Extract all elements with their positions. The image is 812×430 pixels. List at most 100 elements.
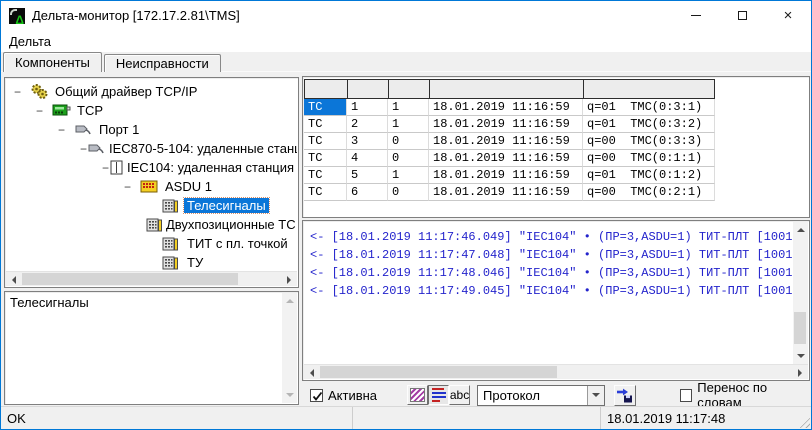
background-pattern-button[interactable] [407, 385, 428, 405]
tree-item[interactable]: Телесигналы [6, 196, 297, 215]
minimize-button[interactable] [673, 1, 719, 30]
tree-collapse-toggle[interactable]: − [102, 161, 109, 175]
scroll-thumb[interactable] [22, 273, 238, 285]
scroll-left-button[interactable] [304, 365, 319, 380]
scroll-thumb[interactable] [320, 366, 557, 378]
table-header-row [304, 79, 715, 99]
table-row[interactable]: TC4018.01.2019 11:16:59q=00 TMC(0:1:1) [304, 150, 715, 167]
tree-item[interactable]: −ASDU 1 [6, 177, 297, 196]
description-scrollbar[interactable] [282, 293, 297, 403]
table-header-cell[interactable] [304, 79, 347, 99]
table-cell[interactable]: 1 [388, 99, 429, 116]
tree-item[interactable]: −Общий драйвер TCP/IP [6, 82, 297, 101]
table-row[interactable]: TC6018.01.2019 11:16:59q=00 TMC(0:2:1) [304, 184, 715, 201]
tree-item[interactable]: −TCP [6, 101, 297, 120]
tree-item[interactable]: ТИТ с пл. точкой [6, 234, 297, 253]
dropdown-button[interactable] [587, 386, 604, 405]
scroll-right-button[interactable] [282, 272, 297, 287]
table-header-cell[interactable] [429, 79, 583, 99]
table-cell[interactable]: 18.01.2019 11:16:59 [429, 184, 583, 201]
table-header-cell[interactable] [347, 79, 388, 99]
table-cell[interactable]: 0 [388, 133, 429, 150]
table-cell[interactable]: TC [304, 116, 347, 133]
tree-collapse-toggle[interactable]: − [14, 85, 30, 99]
scroll-up-button[interactable] [282, 293, 297, 308]
close-button[interactable]: × [765, 1, 811, 30]
table-cell[interactable]: q=00 TMC(0:1:1) [583, 150, 715, 167]
table-cell[interactable]: 18.01.2019 11:16:59 [429, 133, 583, 150]
log-view-buttons: abc [407, 385, 470, 405]
save-log-icon [616, 388, 633, 403]
menu-delta[interactable]: Дельта [1, 32, 59, 51]
table-header-cell[interactable] [388, 79, 429, 99]
status-message: OK [1, 407, 353, 429]
tab-faults[interactable]: Неисправности [104, 54, 221, 72]
table-cell[interactable]: q=01 TMC(0:3:1) [583, 99, 715, 116]
table-row[interactable]: TC1118.01.2019 11:16:59q=01 TMC(0:3:1) [304, 99, 715, 116]
table-cell[interactable]: 1 [347, 99, 388, 116]
description-text: Телесигналы [10, 295, 280, 310]
table-cell[interactable]: q=00 TMC(0:3:3) [583, 133, 715, 150]
active-checkbox[interactable]: Активна [310, 388, 377, 403]
table-cell[interactable]: 4 [347, 150, 388, 167]
scroll-left-button[interactable] [6, 272, 21, 287]
colored-lines-button[interactable] [428, 385, 449, 405]
scroll-thumb[interactable] [794, 312, 806, 344]
tree-collapse-toggle[interactable]: − [58, 123, 74, 137]
table-row[interactable]: TC3018.01.2019 11:16:59q=00 TMC(0:3:3) [304, 133, 715, 150]
table-cell[interactable]: q=00 TMC(0:2:1) [583, 184, 715, 201]
tree-item-label: IEC870-5-104: удаленные станции [106, 141, 297, 156]
table-cell[interactable]: 0 [388, 150, 429, 167]
table-cell[interactable]: 18.01.2019 11:16:59 [429, 99, 583, 116]
table-header-cell[interactable] [583, 79, 715, 99]
abc-text-button[interactable]: abc [449, 385, 470, 405]
hatch-pattern-icon [410, 388, 425, 402]
tab-components[interactable]: Компоненты [3, 52, 102, 72]
table-row[interactable]: TC2118.01.2019 11:16:59q=01 TMC(0:3:2) [304, 116, 715, 133]
tree-item[interactable]: Двухпозиционные ТС [6, 215, 297, 234]
table-cell[interactable]: 3 [347, 133, 388, 150]
tree-collapse-toggle[interactable]: − [36, 104, 52, 118]
signals-icon [162, 256, 184, 270]
table-cell[interactable]: q=01 TMC(0:1:2) [583, 167, 715, 184]
arrow-down-icon [797, 354, 805, 362]
scroll-right-button[interactable] [793, 365, 808, 380]
table-cell[interactable]: 1 [388, 167, 429, 184]
tree-item[interactable]: ТУ [6, 253, 297, 271]
scroll-down-button[interactable] [282, 388, 297, 403]
tree-collapse-toggle[interactable]: − [124, 180, 140, 194]
table-cell[interactable]: 6 [347, 184, 388, 201]
log-line: <- [18.01.2019 11:17:47.048] "IEC104" • … [310, 246, 793, 264]
table-cell[interactable]: 18.01.2019 11:16:59 [429, 116, 583, 133]
table-cell[interactable]: 1 [388, 116, 429, 133]
table-cell[interactable]: TC [304, 184, 347, 201]
chevron-down-icon [592, 393, 600, 401]
table-cell[interactable]: 18.01.2019 11:16:59 [429, 167, 583, 184]
table-cell[interactable]: 0 [388, 184, 429, 201]
arrow-right-icon [798, 369, 806, 377]
table-cell[interactable]: TC [304, 99, 347, 116]
save-log-button[interactable] [614, 385, 636, 406]
scroll-up-button[interactable] [793, 222, 808, 237]
resize-grip[interactable] [797, 415, 810, 428]
protocol-log-panel: <- [18.01.2019 11:17:46.049] "IEC104" • … [302, 220, 810, 381]
scroll-down-button[interactable] [793, 349, 808, 364]
table-cell[interactable]: 2 [347, 116, 388, 133]
description-panel: Телесигналы [4, 291, 299, 405]
table-row[interactable]: TC5118.01.2019 11:16:59q=01 TMC(0:1:2) [304, 167, 715, 184]
table-cell[interactable]: TC [304, 150, 347, 167]
protocol-dropdown[interactable]: Протокол [477, 385, 605, 406]
table-cell[interactable]: TC [304, 167, 347, 184]
tree-item[interactable]: −IEC104: удаленная станция [6, 158, 297, 177]
log-vertical-scrollbar[interactable] [793, 222, 808, 364]
table-cell[interactable]: 18.01.2019 11:16:59 [429, 150, 583, 167]
tree-collapse-toggle[interactable]: − [80, 142, 87, 156]
maximize-button[interactable] [719, 1, 765, 30]
tree-item[interactable]: − IEC870-5-104: удаленные станции [6, 139, 297, 158]
tree-item[interactable]: −Порт 1 [6, 120, 297, 139]
table-cell[interactable]: TC [304, 133, 347, 150]
tree-horizontal-scrollbar[interactable] [6, 271, 297, 286]
table-cell[interactable]: 5 [347, 167, 388, 184]
log-horizontal-scrollbar[interactable] [304, 364, 808, 379]
table-cell[interactable]: q=01 TMC(0:3:2) [583, 116, 715, 133]
